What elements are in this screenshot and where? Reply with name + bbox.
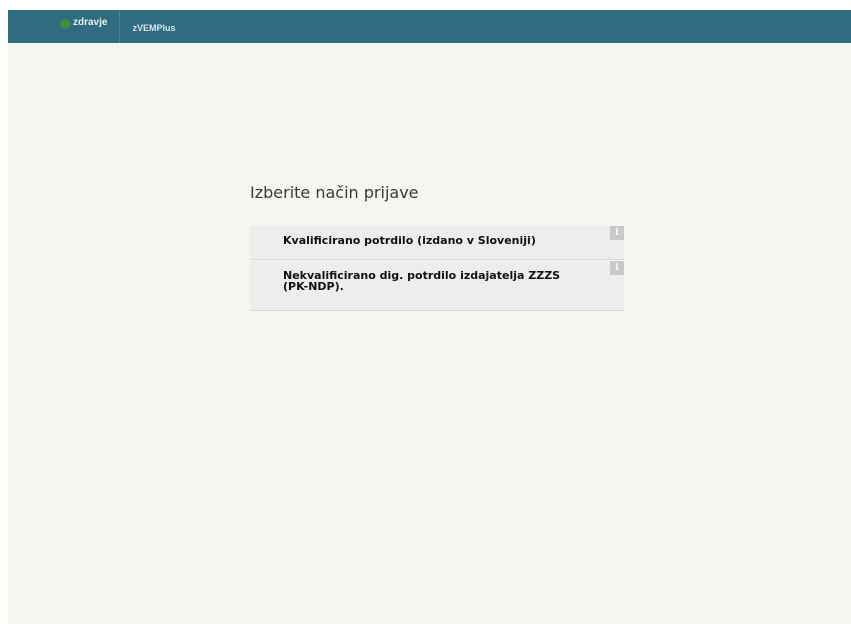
login-option-label: Kvalificirano potrdilo (izdano v Sloveni… — [283, 234, 536, 247]
login-options-list: Kvalificirano potrdilo (izdano v Sloveni… — [250, 226, 624, 312]
brand-logo[interactable]: zdravje — [8, 10, 121, 43]
login-method-heading: Izberite način prijave — [250, 183, 419, 202]
page-frame: zdravje zVEMPlus Izberite način prijave … — [8, 10, 851, 624]
login-option-qualified-certificate[interactable]: Kvalificirano potrdilo (izdano v Sloveni… — [250, 226, 624, 260]
info-icon[interactable]: i — [610, 226, 624, 240]
login-option-unqualified-certificate[interactable]: Nekvalificirano dig. potrdilo izdajatelj… — [250, 261, 624, 311]
leaf-logo-icon — [60, 18, 70, 29]
login-option-label: Nekvalificirano dig. potrdilo izdajatelj… — [283, 269, 561, 293]
app-name[interactable]: zVEMPlus — [132, 23, 175, 33]
top-bar: zdravje zVEMPlus — [8, 10, 851, 43]
brand-name: zdravje — [73, 17, 108, 28]
info-icon[interactable]: i — [610, 261, 624, 275]
